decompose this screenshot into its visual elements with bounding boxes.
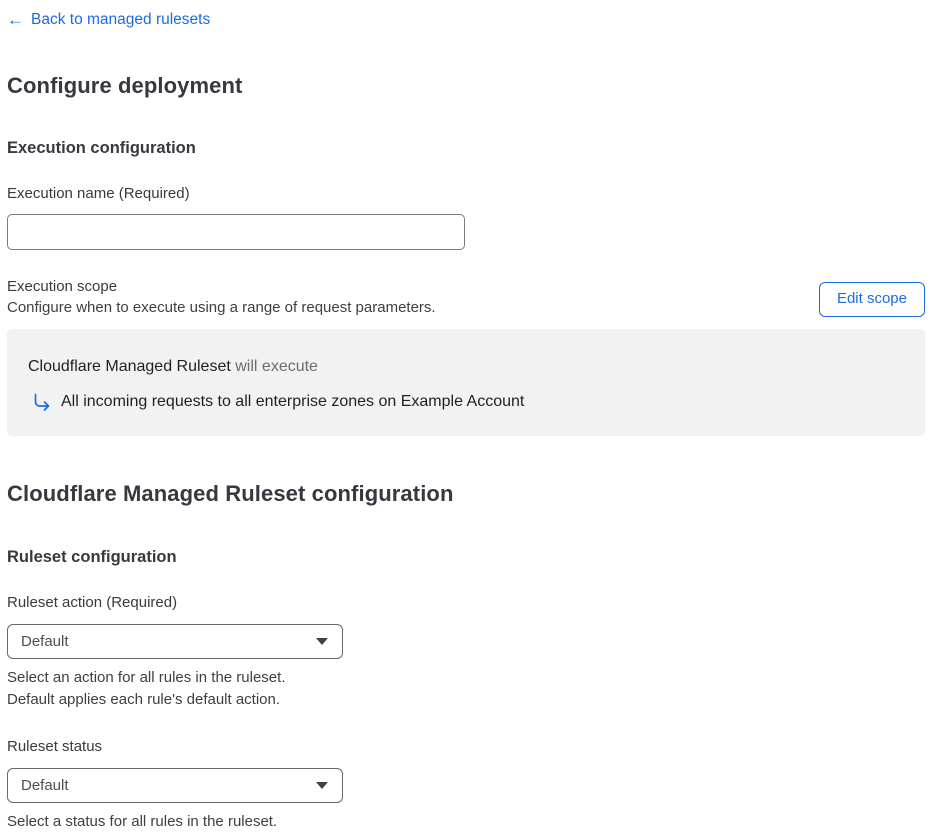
back-arrow-icon: ← bbox=[7, 9, 24, 29]
ruleset-action-help-line1: Select an action for all rules in the ru… bbox=[7, 668, 286, 686]
scope-summary-value: All incoming requests to all enterprise … bbox=[61, 392, 525, 410]
configure-deployment-page: ← Back to managed rulesets Configure dep… bbox=[0, 0, 931, 830]
ruleset-status-selected-value: Default bbox=[21, 776, 69, 794]
execution-scope-text: Execution scope Configure when to execut… bbox=[7, 276, 436, 318]
ruleset-action-help-line2: Default applies each rule's default acti… bbox=[7, 690, 281, 708]
execution-scope-description: Configure when to execute using a range … bbox=[7, 298, 436, 316]
ruleset-action-select[interactable]: Default bbox=[7, 623, 343, 659]
scope-summary-detail: All incoming requests to all enterprise … bbox=[28, 391, 905, 413]
execution-name-label: Execution name (Required) bbox=[7, 184, 190, 202]
ruleset-status-label: Ruleset status bbox=[7, 737, 103, 755]
chevron-down-icon bbox=[316, 781, 328, 789]
ruleset-action-selected-value: Default bbox=[21, 632, 69, 650]
ruleset-action-label: Ruleset action (Required) bbox=[7, 593, 178, 611]
ruleset-configuration-page-heading: Cloudflare Managed Ruleset configuration bbox=[7, 480, 454, 506]
ruleset-configuration-subheading: Ruleset configuration bbox=[7, 547, 177, 566]
page-title: Configure deployment bbox=[7, 72, 243, 98]
execution-configuration-heading: Execution configuration bbox=[7, 138, 196, 157]
ruleset-status-help-line1: Select a status for all rules in the rul… bbox=[7, 812, 278, 830]
back-to-managed-rulesets-link[interactable]: ← Back to managed rulesets bbox=[7, 10, 210, 30]
branch-arrow-icon bbox=[34, 393, 50, 411]
ruleset-status-select[interactable]: Default bbox=[7, 767, 343, 803]
ruleset-name-text: Cloudflare Managed Ruleset bbox=[28, 357, 231, 375]
will-execute-text: will execute bbox=[235, 357, 318, 375]
scope-summary-panel: Cloudflare Managed Ruleset will execute … bbox=[7, 328, 925, 436]
back-link-label: Back to managed rulesets bbox=[31, 11, 211, 28]
scope-summary-headline: Cloudflare Managed Ruleset will execute bbox=[28, 357, 905, 377]
execution-scope-row: Execution scope Configure when to execut… bbox=[7, 276, 925, 318]
execution-scope-label: Execution scope bbox=[7, 277, 118, 295]
execution-name-input[interactable] bbox=[7, 213, 465, 250]
chevron-down-icon bbox=[316, 637, 328, 645]
edit-scope-button[interactable]: Edit scope bbox=[818, 281, 925, 317]
